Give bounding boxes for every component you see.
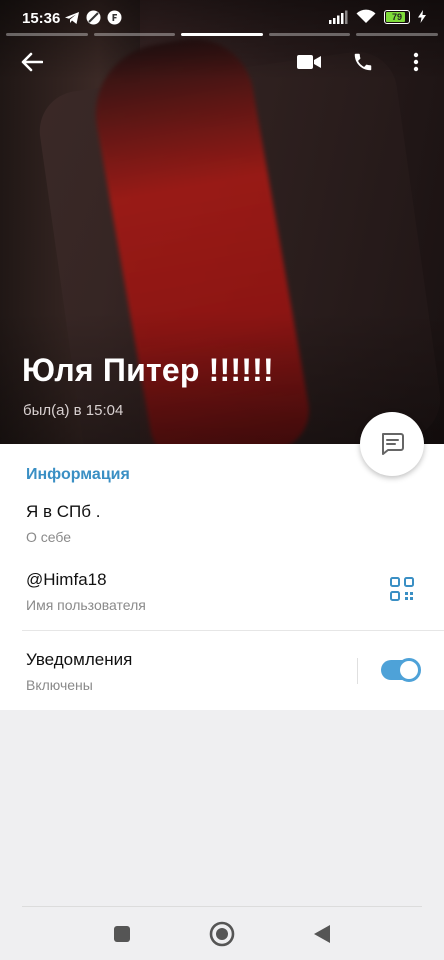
back-button[interactable] xyxy=(14,46,50,78)
qr-code-icon[interactable] xyxy=(390,577,414,601)
recent-apps-button[interactable] xyxy=(108,920,136,948)
chat-bubble-icon xyxy=(382,433,404,455)
video-camera-icon xyxy=(297,55,321,69)
arrow-left-icon xyxy=(21,52,43,72)
section-divider xyxy=(22,630,444,631)
photo-progress-segment-active xyxy=(181,33,263,36)
call-button[interactable] xyxy=(345,46,381,78)
toggle-separator xyxy=(357,658,358,684)
photo-progress-segment xyxy=(93,33,176,36)
profile-name: Юля Питер !!!!!! xyxy=(22,352,274,388)
home-circle-icon xyxy=(209,921,235,947)
status-bar: 15:36 79 xyxy=(0,0,444,36)
last-seen-status: был(а) в 15:04 xyxy=(23,402,124,419)
bio-label: О себе xyxy=(26,529,72,545)
f-badge-icon xyxy=(107,10,122,25)
bio-row[interactable]: Я в СПб . О себе xyxy=(0,500,444,554)
photo-progress-bar xyxy=(6,33,438,36)
triangle-back-icon xyxy=(314,925,330,943)
phone-icon xyxy=(354,53,372,71)
bio-value: Я в СПб . xyxy=(26,502,101,521)
status-notification-icons xyxy=(64,10,122,25)
video-call-button[interactable] xyxy=(291,46,327,78)
square-icon xyxy=(114,926,130,942)
wifi-icon xyxy=(356,9,376,23)
back-nav-button[interactable] xyxy=(308,920,336,948)
username-row[interactable]: @Himfa18 Имя пользователя xyxy=(0,568,444,622)
system-nav-bar xyxy=(0,908,444,960)
notifications-row[interactable]: Уведомления Включены xyxy=(0,648,444,702)
nav-divider xyxy=(22,906,422,907)
status-system-icons: 79 xyxy=(328,9,426,24)
telegram-icon xyxy=(65,11,79,24)
send-message-button[interactable] xyxy=(360,412,424,476)
info-section: Информация Я в СПб . О себе @Himfa18 Имя… xyxy=(0,444,444,710)
notifications-status: Включены xyxy=(26,677,93,693)
blocked-icon xyxy=(86,10,101,25)
toggle-knob xyxy=(397,658,421,682)
username-label: Имя пользователя xyxy=(26,597,146,613)
info-section-title: Информация xyxy=(26,466,130,483)
notifications-title: Уведомления xyxy=(26,650,133,669)
top-toolbar xyxy=(0,40,444,84)
charging-icon xyxy=(418,10,426,23)
battery-icon: 79 xyxy=(384,9,410,24)
photo-progress-segment xyxy=(6,33,88,36)
more-vertical-icon xyxy=(413,52,419,72)
signal-icon xyxy=(329,10,348,24)
notifications-toggle[interactable] xyxy=(381,658,421,682)
photo-progress-segment xyxy=(356,33,438,36)
username-value: @Himfa18 xyxy=(26,570,107,589)
more-options-button[interactable] xyxy=(398,46,434,78)
battery-level: 79 xyxy=(391,11,402,22)
photo-progress-segment xyxy=(268,33,351,36)
home-button[interactable] xyxy=(208,920,236,948)
status-time: 15:36 xyxy=(22,10,61,27)
